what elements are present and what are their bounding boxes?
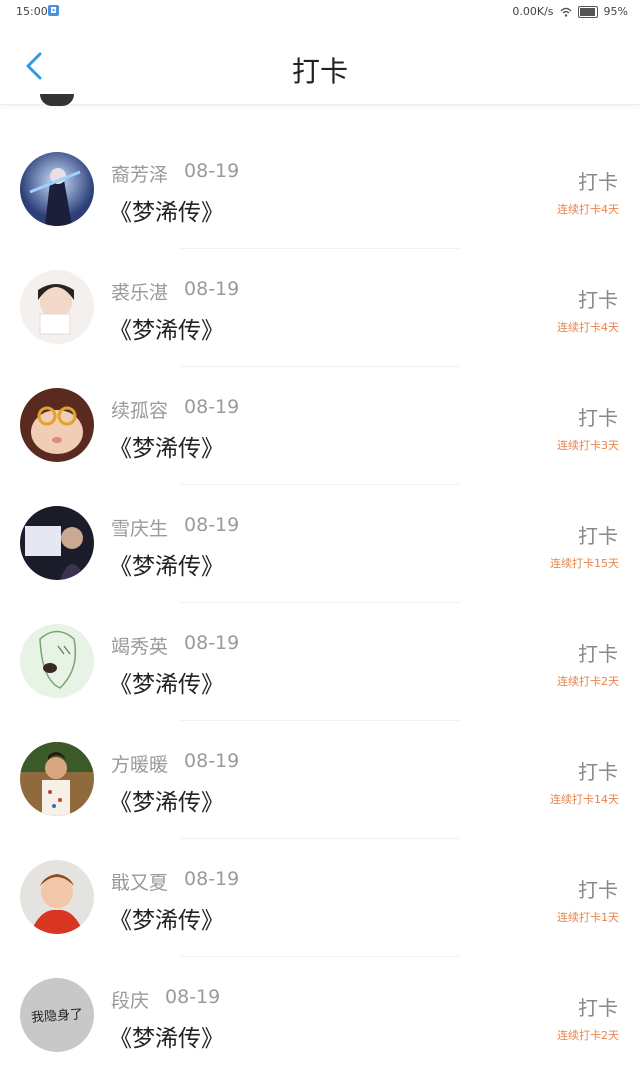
page-title: 打卡 — [291, 55, 348, 88]
checkin-button[interactable]: 打卡 — [578, 992, 618, 1021]
user-meta: 雪庆生 08-19 — [111, 514, 239, 541]
battery-percent: 95% — [603, 5, 628, 18]
checkin-row[interactable]: 戢又夏 08-19 《梦浠传》 打卡 连续打卡1天 — [0, 812, 640, 957]
streak-label: 连续打卡4天 — [557, 203, 619, 216]
network-speed: 0.00K/s — [512, 5, 554, 18]
status-bar: 15:00 ◘ 0.00K/s 95% — [0, 0, 640, 22]
status-right: 0.00K/s 95% — [512, 5, 628, 18]
streak-label: 连续打卡3天 — [557, 439, 619, 452]
status-time: 15:00 — [16, 5, 48, 18]
user-name[interactable]: 裘乐湛 — [111, 278, 168, 305]
checkin-button[interactable]: 打卡 — [578, 874, 618, 903]
user-name[interactable]: 竭秀英 — [111, 632, 168, 659]
user-name[interactable]: 方暖暖 — [111, 750, 168, 777]
checkin-date: 08-19 — [184, 868, 240, 890]
user-name[interactable]: 雪庆生 — [111, 514, 168, 541]
streak-label: 连续打卡1天 — [557, 911, 619, 924]
streak-label: 连续打卡14天 — [550, 793, 619, 806]
user-name[interactable]: 戢又夏 — [111, 868, 168, 895]
checkin-row[interactable]: 裘乐湛 08-19 《梦浠传》 打卡 连续打卡4天 — [0, 222, 640, 367]
book-title[interactable]: 《梦浠传》 — [109, 1019, 224, 1053]
checkin-row[interactable]: 裔芳泽 08-19 《梦浠传》 打卡 连续打卡4天 — [0, 104, 640, 249]
user-meta: 戢又夏 08-19 — [111, 868, 239, 895]
checkin-row[interactable]: 雪庆生 08-19 《梦浠传》 打卡 连续打卡15天 — [0, 458, 640, 603]
avatar[interactable] — [20, 624, 94, 698]
avatar-text: 我隐身了 — [30, 1007, 84, 1026]
user-meta: 裘乐湛 08-19 — [111, 278, 239, 305]
checkin-row[interactable]: 我隐身了 段庆 08-19 《梦浠传》 打卡连续打卡2天 — [0, 930, 640, 1052]
notification-app-icon: ◘ — [48, 5, 59, 16]
avatar[interactable] — [20, 152, 94, 226]
checkin-button[interactable]: 打卡 — [578, 638, 618, 667]
user-meta: 续孤容 08-19 — [111, 396, 239, 423]
avatar[interactable] — [20, 860, 94, 934]
checkin-row[interactable]: 续孤容 08-19 《梦浠传》 打卡 连续打卡3天 — [0, 340, 640, 485]
checkin-date: 08-19 — [184, 750, 240, 772]
checkin-row[interactable]: 方暖暖 08-19 《梦浠传》 打卡 连续打卡14天 — [0, 694, 640, 839]
checkin-date: 08-19 — [184, 160, 240, 182]
checkin-date: 08-19 — [165, 986, 221, 1008]
checkin-date: 08-19 — [184, 396, 240, 418]
streak-label: 连续打卡4天 — [557, 321, 619, 334]
top-navbar: 打卡 — [0, 22, 640, 105]
checkin-button[interactable]: 打卡 — [578, 284, 618, 313]
checkin-button[interactable]: 打卡 — [578, 756, 618, 785]
avatar[interactable] — [20, 388, 94, 462]
checkin-button[interactable]: 打卡 — [578, 166, 618, 195]
checkin-row[interactable]: 竭秀英 08-19 《梦浠传》 打卡 连续打卡2天 — [0, 576, 640, 721]
user-meta: 段庆 08-19 — [111, 986, 220, 1013]
user-name[interactable]: 段庆 — [111, 986, 149, 1013]
battery-icon — [577, 5, 598, 18]
user-name[interactable]: 续孤容 — [111, 396, 168, 423]
user-meta: 方暖暖 08-19 — [111, 750, 239, 777]
user-meta: 竭秀英 08-19 — [111, 632, 239, 659]
avatar[interactable]: 我隐身了 — [20, 978, 94, 1052]
wifi-icon — [560, 7, 572, 17]
user-meta: 裔芳泽 08-19 — [111, 160, 239, 187]
avatar[interactable] — [20, 506, 94, 580]
streak-label: 连续打卡2天 — [557, 675, 619, 688]
checkin-date: 08-19 — [184, 632, 240, 654]
avatar[interactable] — [20, 270, 94, 344]
avatar[interactable] — [20, 742, 94, 816]
streak-label: 连续打卡2天 — [557, 1029, 619, 1042]
checkin-list: 裔芳泽 08-19 《梦浠传》 打卡 连续打卡4天 裘乐湛 08-19 《梦浠传》 打卡 连续打卡… — [0, 104, 640, 1052]
checkin-button[interactable]: 打卡 — [578, 402, 618, 431]
checkin-date: 08-19 — [184, 514, 240, 536]
checkin-date: 08-19 — [184, 278, 240, 300]
checkin-button[interactable]: 打卡 — [578, 520, 618, 549]
user-name[interactable]: 裔芳泽 — [111, 160, 168, 187]
streak-label: 连续打卡15天 — [550, 557, 619, 570]
